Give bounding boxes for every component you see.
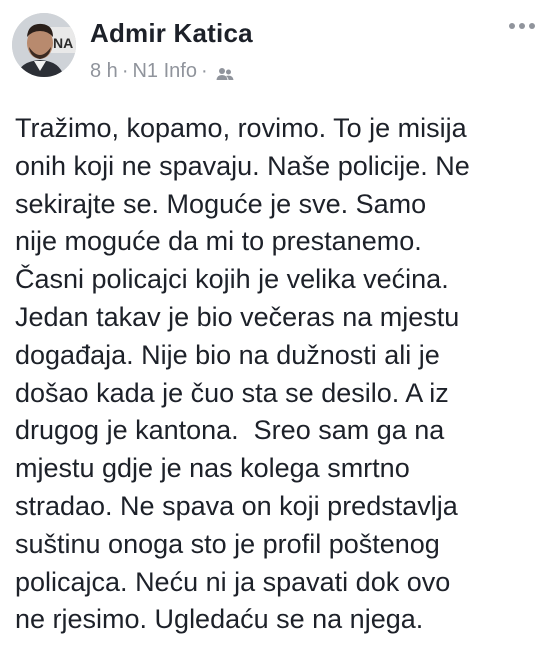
post-text-line: mjestu gdje je nas kolega smrtno [15,453,410,484]
post-text-line: suštinu onoga sto je profil poštenog [15,528,440,559]
facebook-post: NA Admir Katica 8 h · N1 Info · Tražimo,… [0,0,555,668]
avatar-photo: NA [12,13,76,77]
post-text-line: Tražimo, kopamo, rovimo. To je misija [15,113,467,143]
meta-separator: · [121,59,129,82]
post-text-line: sekirajte se. Moguće je sve. Samo [15,188,427,219]
meta-separator: · [200,59,208,82]
post-text-line: stradao. Ne spava on koji predstavlja [15,490,458,521]
author-name[interactable]: Admir Katica [90,18,253,49]
post-text-line: nije moguće da mi to prestanemo. [15,226,422,257]
more-options-icon [509,23,535,29]
post-source[interactable]: N1 Info [132,60,196,83]
post-text: Tražimo, kopamo, rovimo. To je misija on… [15,110,545,639]
post-text-line: Jedan takav je bio večeras na mjestu [15,301,460,332]
avatar[interactable]: NA [12,13,76,77]
post-text-line: događaja. Nije bio na dužnosti ali je [15,339,440,370]
post-time[interactable]: 8 h [90,60,118,83]
post-text-line: policajca. Neću ni ja spavati dok ovo [15,566,451,597]
avatar-logo-text: NA [53,35,73,51]
post-meta: 8 h · N1 Info · [90,58,234,84]
post-text-line: došao kada je čuo sta se desilo. A iz [15,377,449,408]
post-text-line: ne rjesimo. Ugledaću se na njega. [15,604,424,635]
post-text-line: drugog je kantona. Sreo sam ga na [15,415,445,446]
more-options-button[interactable] [505,16,539,36]
post-text-line: Časni policajci kojih je velika većina. [15,264,449,295]
post-text-line: onih koji ne spavaju. Naše policije. Ne [15,150,470,181]
friends-icon[interactable] [216,64,234,80]
